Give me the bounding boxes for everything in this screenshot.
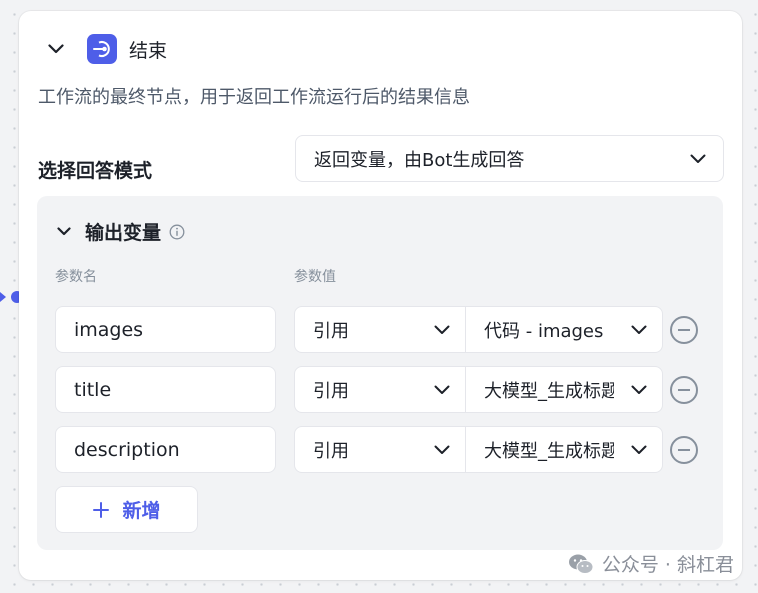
chevron-down-icon: [630, 381, 648, 399]
add-variable-label: 新增: [122, 500, 161, 522]
chevron-down-icon[interactable]: [55, 223, 73, 241]
param-name-input[interactable]: description: [55, 426, 276, 473]
reference-label: 大模型_生成标题: [484, 440, 614, 462]
node-header: 结束: [47, 34, 168, 64]
chevron-down-icon: [689, 150, 707, 168]
value-type-select[interactable]: 引用: [295, 427, 466, 472]
reference-select[interactable]: 代码 - images: [466, 307, 662, 352]
chevron-down-icon: [630, 441, 648, 459]
value-type-label: 引用: [313, 380, 349, 402]
param-name-input[interactable]: title: [55, 366, 276, 413]
answer-mode-select[interactable]: 返回变量，由Bot生成回答: [295, 135, 724, 182]
param-name-input[interactable]: images: [55, 306, 276, 353]
remove-row-button[interactable]: [670, 376, 698, 404]
watermark: 公众号 · 斜杠君: [568, 550, 734, 577]
minus-icon: [678, 329, 690, 331]
param-value-combo: 引用 代码 - images: [294, 306, 663, 353]
reference-label: 代码 - images: [484, 320, 604, 342]
add-variable-button[interactable]: 新增: [55, 486, 198, 533]
param-value-combo: 引用 大模型_生成标题: [294, 366, 663, 413]
end-node-card[interactable]: 结束 工作流的最终节点，用于返回工作流运行后的结果信息 选择回答模式 返回变量，…: [19, 11, 742, 580]
remove-row-button[interactable]: [670, 316, 698, 344]
chevron-down-icon: [433, 381, 451, 399]
reference-label: 大模型_生成标题: [484, 380, 614, 402]
chevron-down-icon: [630, 321, 648, 339]
value-type-label: 引用: [313, 320, 349, 342]
answer-mode-value: 返回变量，由Bot生成回答: [314, 149, 525, 171]
incoming-edge-arrow: [0, 292, 6, 302]
remove-row-button[interactable]: [670, 436, 698, 464]
answer-mode-label: 选择回答模式: [38, 160, 153, 182]
column-header-value: 参数值: [294, 269, 336, 285]
watermark-text: 公众号 · 斜杠君: [601, 554, 734, 576]
minus-icon: [678, 449, 690, 451]
output-variables-header[interactable]: 输出变量: [55, 218, 185, 245]
node-title: 结束: [129, 39, 168, 62]
reference-select[interactable]: 大模型_生成标题: [466, 427, 662, 472]
info-icon[interactable]: [169, 224, 185, 240]
end-node-icon: [87, 34, 117, 64]
column-header-name: 参数名: [55, 269, 97, 285]
output-variables-panel: 输出变量 参数名 参数值 images 引用 代码 - images title…: [37, 196, 723, 550]
value-type-select[interactable]: 引用: [295, 367, 466, 412]
minus-icon: [678, 389, 690, 391]
param-value-combo: 引用 大模型_生成标题: [294, 426, 663, 473]
chevron-down-icon[interactable]: [47, 40, 65, 58]
reference-select[interactable]: 大模型_生成标题: [466, 367, 662, 412]
plus-icon: [93, 501, 110, 518]
chevron-down-icon: [433, 441, 451, 459]
value-type-label: 引用: [313, 440, 349, 462]
wechat-icon: [568, 554, 594, 574]
chevron-down-icon: [433, 321, 451, 339]
node-description: 工作流的最终节点，用于返回工作流运行后的结果信息: [38, 87, 470, 108]
output-variables-title: 输出变量: [85, 222, 162, 244]
value-type-select[interactable]: 引用: [295, 307, 466, 352]
